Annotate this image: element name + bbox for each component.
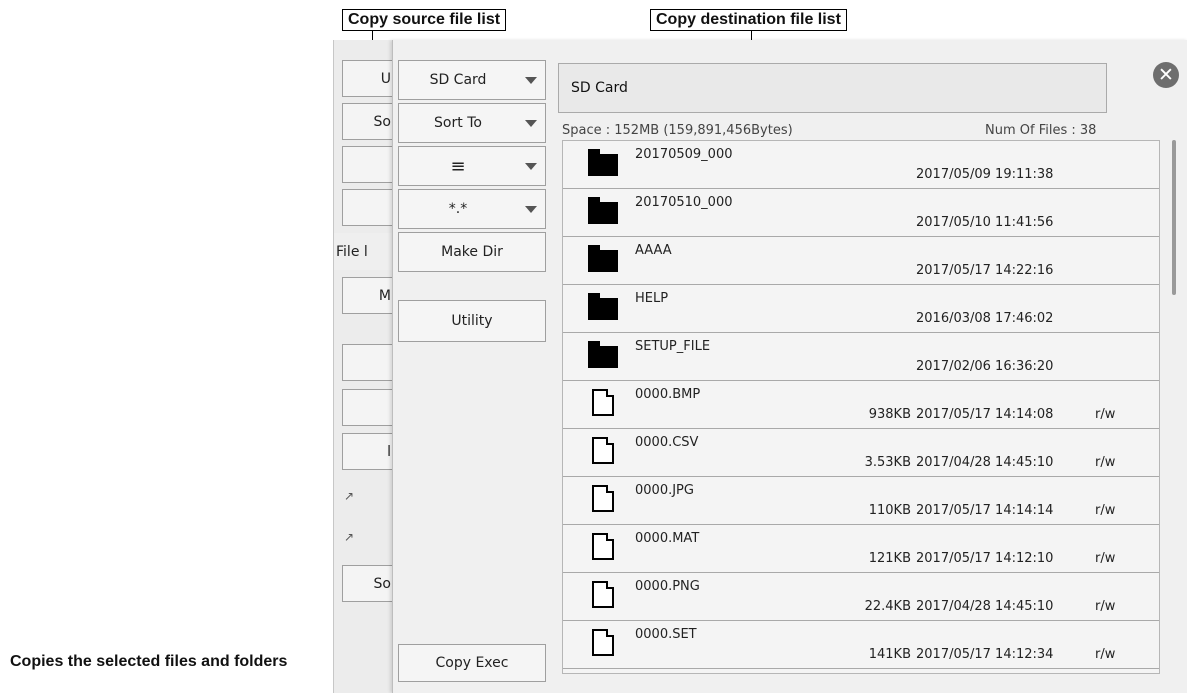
make-dir-label: Make Dir <box>441 244 503 260</box>
file-size: 22.4KB <box>864 599 911 614</box>
file-date: 2017/05/17 14:14:14 <box>916 503 1054 518</box>
file-name: HELP <box>635 291 669 306</box>
file-date: 2017/05/17 14:12:10 <box>916 551 1054 566</box>
source-label-file: File l <box>334 233 394 270</box>
file-date: 2017/05/09 19:11:38 <box>916 167 1054 182</box>
file-name: 0000.PNG <box>635 579 700 594</box>
file-attr: r/w <box>1095 407 1116 422</box>
file-attr: r/w <box>1095 599 1116 614</box>
folder-icon-shape <box>588 245 618 272</box>
file-name: 0000.BMP <box>635 387 701 402</box>
file-name: 0000.JPG <box>635 483 694 498</box>
file-row[interactable]: 0000.CSV 3.53KB 2017/04/28 14:45:10 r/w <box>563 429 1159 477</box>
file-name: 20170509_000 <box>635 147 733 162</box>
file-date: 2017/04/28 14:45:10 <box>916 455 1054 470</box>
chevron-down-icon <box>525 76 537 84</box>
file-icon-shape <box>592 485 614 512</box>
folder-row[interactable]: AAAA 2017/05/17 14:22:16 <box>563 237 1159 285</box>
file-date: 2016/03/08 17:46:02 <box>916 311 1054 326</box>
make-dir-button[interactable]: Make Dir <box>398 232 546 272</box>
sort-select-label: Sort To <box>434 115 482 131</box>
file-size: 938KB <box>868 407 911 422</box>
source-external-link-icon-2[interactable]: ↗ <box>344 530 354 544</box>
scrollbar-thumb[interactable] <box>1172 140 1176 295</box>
sort-select[interactable]: Sort To <box>398 103 546 143</box>
chevron-down-icon <box>525 162 537 170</box>
file-icon-shape <box>592 533 614 560</box>
drive-select-label: SD Card <box>429 72 487 88</box>
file-row[interactable]: 0000.BMP 938KB 2017/05/17 14:14:08 r/w <box>563 381 1159 429</box>
callout-copy-source: Copy source file list <box>342 9 507 31</box>
source-btn-4[interactable] <box>342 189 394 226</box>
folder-row[interactable]: SETUP_FILE 2017/02/06 16:36:20 <box>563 333 1159 381</box>
copy-exec-label: Copy Exec <box>435 655 509 671</box>
source-btn-8[interactable] <box>342 389 394 426</box>
file-size: 3.53KB <box>864 455 911 470</box>
file-date: 2017/05/17 14:12:34 <box>916 647 1054 662</box>
file-filter-label: *.* <box>448 201 468 217</box>
callout-copy-destination: Copy destination file list <box>650 9 847 31</box>
utility-label: Utility <box>451 313 493 329</box>
file-row[interactable]: 0000.SET 141KB 2017/05/17 14:12:34 r/w <box>563 621 1159 669</box>
list-view-icon: ≡ <box>450 155 466 177</box>
file-date: 2017/02/06 16:36:20 <box>916 359 1054 374</box>
folder-icon-shape <box>588 197 618 224</box>
source-btn-3[interactable] <box>342 146 394 183</box>
file-attr: r/w <box>1095 503 1116 518</box>
source-external-link-icon-1[interactable]: ↗ <box>344 489 354 503</box>
file-row[interactable]: 0000.PNG 22.4KB 2017/04/28 14:45:10 r/w <box>563 573 1159 621</box>
num-files-info: Num Of Files : 38 <box>985 123 1097 138</box>
source-btn-6[interactable]: M <box>342 277 394 314</box>
source-btn-1[interactable]: U <box>342 60 394 97</box>
chevron-down-icon <box>525 205 537 213</box>
file-icon-shape <box>592 437 614 464</box>
file-attr: r/w <box>1095 455 1116 470</box>
copy-exec-button[interactable]: Copy Exec <box>398 644 546 682</box>
file-date: 2017/04/28 14:45:10 <box>916 599 1054 614</box>
close-icon[interactable]: ✕ <box>1153 62 1179 88</box>
view-mode-select[interactable]: ≡ <box>398 146 546 186</box>
file-name: SETUP_FILE <box>635 339 711 354</box>
source-btn-12[interactable]: So <box>342 565 394 602</box>
drive-select[interactable]: SD Card <box>398 60 546 100</box>
chevron-down-icon <box>525 119 537 127</box>
file-date: 2017/05/10 11:41:56 <box>916 215 1054 230</box>
file-icon-shape <box>592 389 614 416</box>
source-btn-2[interactable]: So <box>342 103 394 140</box>
file-size: 121KB <box>868 551 911 566</box>
file-icon-shape <box>592 629 614 656</box>
callout-copy-exec: Copies the selected files and folders <box>10 653 288 670</box>
file-size: 141KB <box>868 647 911 662</box>
folder-row[interactable]: 20170510_000 2017/05/10 11:41:56 <box>563 189 1159 237</box>
folder-row[interactable]: 20170509_000 2017/05/09 19:11:38 <box>563 141 1159 189</box>
file-date: 2017/05/17 14:14:08 <box>916 407 1054 422</box>
source-btn-7[interactable] <box>342 344 394 381</box>
file-size: 110KB <box>868 503 911 518</box>
file-name: 0000.CSV <box>635 435 699 450</box>
file-filter-select[interactable]: *.* <box>398 189 546 229</box>
current-path-field[interactable]: SD Card <box>558 63 1107 113</box>
folder-icon-shape <box>588 149 618 176</box>
folder-icon-shape <box>588 341 618 368</box>
file-attr: r/w <box>1095 551 1116 566</box>
folder-row[interactable]: HELP 2016/03/08 17:46:02 <box>563 285 1159 333</box>
file-name: AAAA <box>635 243 672 258</box>
file-date: 2017/05/17 14:22:16 <box>916 263 1054 278</box>
file-name: 20170510_000 <box>635 195 733 210</box>
file-row[interactable]: 0000.MAT 121KB 2017/05/17 14:12:10 r/w <box>563 525 1159 573</box>
utility-button[interactable]: Utility <box>398 300 546 342</box>
folder-icon-shape <box>588 293 618 320</box>
file-row[interactable]: 0000.JPG 110KB 2017/05/17 14:14:14 r/w <box>563 477 1159 525</box>
source-btn-9[interactable]: l <box>342 433 394 470</box>
file-name: 0000.SET <box>635 627 697 642</box>
destination-file-list[interactable]: 20170509_000 2017/05/09 19:11:38 20170510_… <box>562 140 1160 674</box>
file-icon-shape <box>592 581 614 608</box>
space-info: Space : 152MB (159,891,456Bytes) <box>562 123 793 138</box>
file-name: 0000.MAT <box>635 531 700 546</box>
file-attr: r/w <box>1095 647 1116 662</box>
